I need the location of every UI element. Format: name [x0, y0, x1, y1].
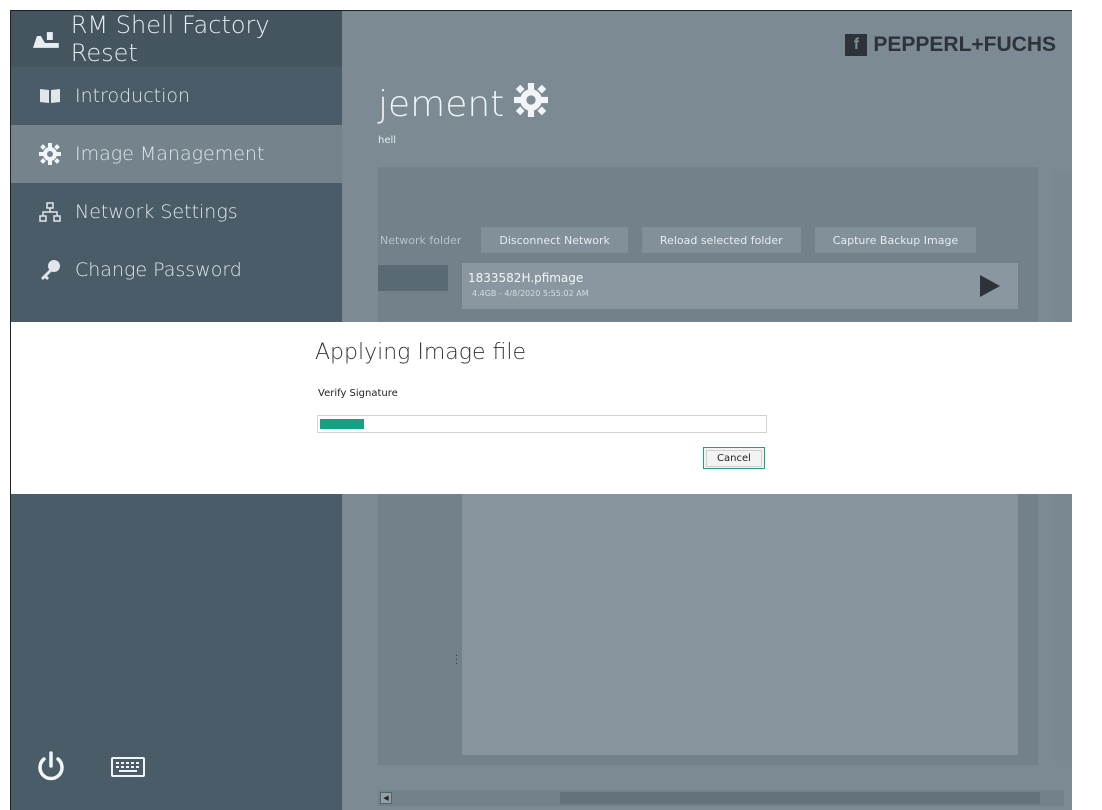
- play-icon[interactable]: [980, 275, 1000, 297]
- progress-bar: [317, 415, 767, 433]
- brand-logo: f PEPPERL+FUCHS: [845, 33, 1056, 57]
- gear-icon: [514, 83, 549, 126]
- app-header: RM Shell Factory Reset: [11, 11, 342, 67]
- brand-name: PEPPERL+FUCHS: [873, 33, 1056, 56]
- sidebar-item-label: Introduction: [75, 85, 191, 107]
- splitter-handle[interactable]: · · ·: [455, 652, 458, 670]
- book-icon: [39, 85, 61, 107]
- page-subtitle: hell: [378, 135, 397, 146]
- shell-logo-icon: [32, 32, 59, 48]
- connect-network-folder-button[interactable]: Network folder: [378, 227, 467, 253]
- scroll-thumb[interactable]: [560, 792, 1040, 804]
- reload-folder-button[interactable]: Reload selected folder: [641, 227, 801, 253]
- network-icon: [39, 201, 61, 223]
- sidebar-item-introduction[interactable]: Introduction: [11, 67, 342, 125]
- key-icon: [39, 259, 61, 281]
- dialog-status: Verify Signature: [318, 388, 398, 399]
- gear-icon: [39, 143, 61, 165]
- sidebar-item-label: Image Management: [75, 143, 265, 165]
- power-icon[interactable]: [35, 750, 67, 788]
- sidebar-item-image-management[interactable]: Image Management: [11, 125, 342, 183]
- file-name: 1833582H.pfimage: [468, 271, 584, 285]
- app-title: RM Shell Factory Reset: [70, 11, 270, 67]
- progress-fill: [320, 419, 364, 429]
- scroll-left-icon[interactable]: ◀: [380, 792, 392, 804]
- file-meta: 4.4GB - 4/8/2020 5:55:02 AM: [472, 289, 589, 298]
- horizontal-scrollbar[interactable]: ◀ ▶: [378, 790, 1064, 806]
- app-window: RM Shell Factory Reset Introduction Imag…: [10, 10, 1072, 810]
- sidebar-footer: [35, 750, 145, 788]
- disconnect-network-button[interactable]: Disconnect Network: [481, 227, 628, 253]
- sidebar-item-label: Change Password: [75, 259, 242, 281]
- sidebar-item-label: Network Settings: [75, 201, 238, 223]
- toolbar: Network folder Disconnect Network Reload…: [378, 227, 977, 253]
- page-title: jement: [378, 83, 549, 126]
- dialog-title: Applying Image file: [315, 340, 526, 365]
- list-item[interactable]: 1833582H.pfimage 4.4GB - 4/8/2020 5:55:0…: [462, 263, 1018, 309]
- cancel-button[interactable]: Cancel: [703, 447, 765, 469]
- keyboard-icon[interactable]: [111, 756, 145, 782]
- page-title-text: jement: [378, 84, 505, 125]
- brand-mark: f: [845, 34, 868, 56]
- sidebar-item-change-password[interactable]: Change Password: [11, 241, 342, 299]
- folder-list-item[interactable]: [378, 265, 448, 291]
- apply-image-dialog: Applying Image file Verify Signature Can…: [11, 322, 1072, 494]
- sidebar-item-network-settings[interactable]: Network Settings: [11, 183, 342, 241]
- capture-backup-button[interactable]: Capture Backup Image: [814, 227, 977, 253]
- cancel-button-label: Cancel: [706, 449, 762, 467]
